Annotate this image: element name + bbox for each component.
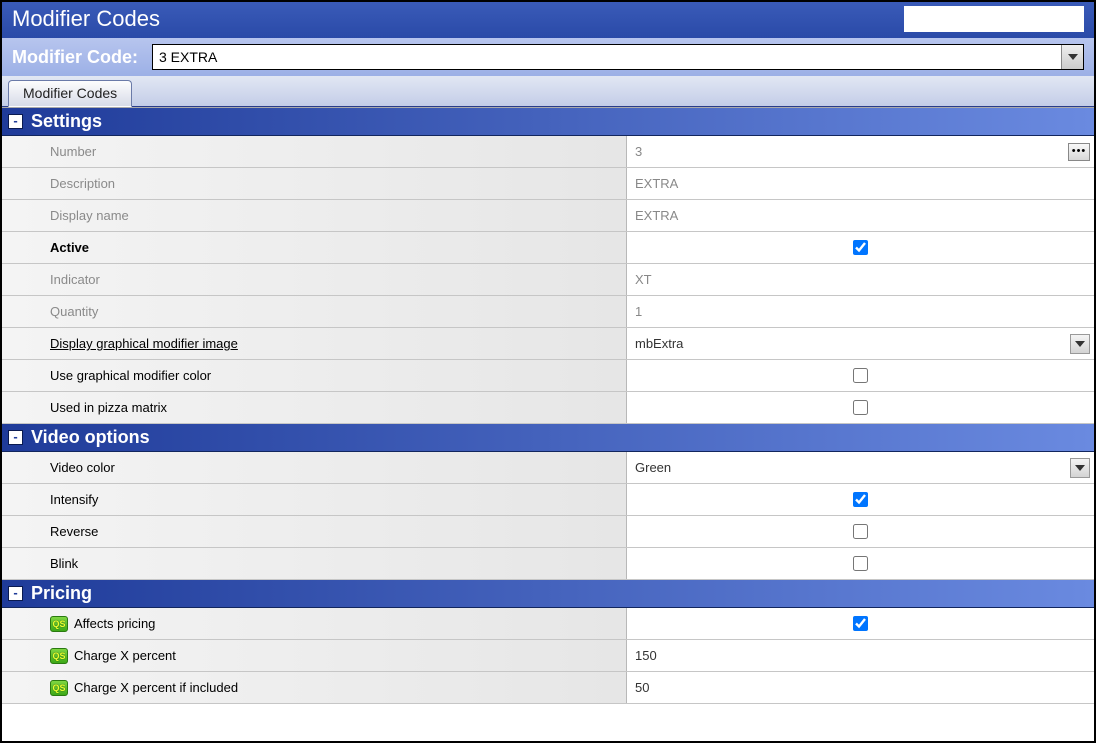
- section-header-pricing[interactable]: - Pricing: [2, 580, 1094, 608]
- checkbox-intensify[interactable]: [853, 492, 868, 507]
- value-charge-x-percent[interactable]: 150: [627, 640, 1094, 671]
- section-title-video: Video options: [31, 427, 150, 448]
- row-description: Description EXTRA: [2, 168, 1094, 200]
- value-quantity[interactable]: 1: [627, 296, 1094, 327]
- label-charge-x-percent-text: Charge X percent: [74, 648, 176, 663]
- label-blink: Blink: [2, 548, 627, 579]
- checkbox-used-in-pizza[interactable]: [853, 400, 868, 415]
- qs-icon: QS: [50, 648, 68, 664]
- value-blink: [627, 548, 1094, 579]
- value-description[interactable]: EXTRA: [627, 168, 1094, 199]
- label-indicator: Indicator: [2, 264, 627, 295]
- label-charge-x-percent: QS Charge X percent: [2, 640, 627, 671]
- value-display-name[interactable]: EXTRA: [627, 200, 1094, 231]
- value-graphical-image-text: mbExtra: [635, 336, 683, 351]
- label-affects-pricing: QS Affects pricing: [2, 608, 627, 639]
- row-blink: Blink: [2, 548, 1094, 580]
- qs-icon: QS: [50, 616, 68, 632]
- row-used-in-pizza: Used in pizza matrix: [2, 392, 1094, 424]
- row-use-graphical-color: Use graphical modifier color: [2, 360, 1094, 392]
- window-frame: Modifier Codes Modifier Code: Modifier C…: [0, 0, 1096, 743]
- modifier-code-input[interactable]: [153, 45, 1061, 69]
- window-title: Modifier Codes: [12, 6, 904, 32]
- section-header-video[interactable]: - Video options: [2, 424, 1094, 452]
- chevron-down-icon: [1075, 465, 1085, 471]
- label-quantity: Quantity: [2, 296, 627, 327]
- row-charge-x-percent: QS Charge X percent 150: [2, 640, 1094, 672]
- collapse-icon[interactable]: -: [8, 586, 23, 601]
- title-bar: Modifier Codes: [2, 2, 1094, 38]
- label-charge-x-percent-included: QS Charge X percent if included: [2, 672, 627, 703]
- value-use-graphical-color: [627, 360, 1094, 391]
- value-active: [627, 232, 1094, 263]
- label-use-graphical-color: Use graphical modifier color: [2, 360, 627, 391]
- row-video-color: Video color Green: [2, 452, 1094, 484]
- value-video-color-text: Green: [635, 460, 671, 475]
- label-intensify: Intensify: [2, 484, 627, 515]
- checkbox-use-graphical-color[interactable]: [853, 368, 868, 383]
- checkbox-affects-pricing[interactable]: [853, 616, 868, 631]
- label-display-name: Display name: [2, 200, 627, 231]
- value-charge-x-percent-included[interactable]: 50: [627, 672, 1094, 703]
- tab-strip: Modifier Codes: [2, 76, 1094, 107]
- value-number-text: 3: [635, 144, 642, 159]
- section-title-pricing: Pricing: [31, 583, 92, 604]
- label-graphical-image[interactable]: Display graphical modifier image: [2, 328, 627, 359]
- modifier-code-combobox[interactable]: [152, 44, 1084, 70]
- row-reverse: Reverse: [2, 516, 1094, 548]
- section-header-settings[interactable]: - Settings: [2, 108, 1094, 136]
- row-affects-pricing: QS Affects pricing: [2, 608, 1094, 640]
- value-video-color[interactable]: Green: [627, 452, 1094, 483]
- collapse-icon[interactable]: -: [8, 430, 23, 445]
- row-display-name: Display name EXTRA: [2, 200, 1094, 232]
- modifier-code-label: Modifier Code:: [12, 47, 138, 68]
- selector-bar: Modifier Code:: [2, 38, 1094, 76]
- collapse-icon[interactable]: -: [8, 114, 23, 129]
- value-reverse: [627, 516, 1094, 547]
- dropdown-button-graphical-image[interactable]: [1070, 334, 1090, 354]
- checkbox-blink[interactable]: [853, 556, 868, 571]
- label-charge-x-percent-included-text: Charge X percent if included: [74, 680, 238, 695]
- content-area: - Settings Number 3 ••• Description EXTR…: [2, 107, 1094, 741]
- value-affects-pricing: [627, 608, 1094, 639]
- value-graphical-image[interactable]: mbExtra: [627, 328, 1094, 359]
- checkbox-reverse[interactable]: [853, 524, 868, 539]
- label-active: Active: [2, 232, 627, 263]
- label-number: Number: [2, 136, 627, 167]
- qs-icon: QS: [50, 680, 68, 696]
- value-indicator[interactable]: XT: [627, 264, 1094, 295]
- modifier-code-dropdown-button[interactable]: [1061, 45, 1083, 69]
- titlebar-search-input[interactable]: [904, 6, 1084, 32]
- label-description: Description: [2, 168, 627, 199]
- label-video-color: Video color: [2, 452, 627, 483]
- checkbox-active[interactable]: [853, 240, 868, 255]
- label-reverse: Reverse: [2, 516, 627, 547]
- dropdown-button-video-color[interactable]: [1070, 458, 1090, 478]
- chevron-down-icon: [1075, 341, 1085, 347]
- label-affects-pricing-text: Affects pricing: [74, 616, 155, 631]
- value-used-in-pizza: [627, 392, 1094, 423]
- row-indicator: Indicator XT: [2, 264, 1094, 296]
- row-quantity: Quantity 1: [2, 296, 1094, 328]
- row-number: Number 3 •••: [2, 136, 1094, 168]
- section-title-settings: Settings: [31, 111, 102, 132]
- row-intensify: Intensify: [2, 484, 1094, 516]
- row-charge-x-percent-included: QS Charge X percent if included 50: [2, 672, 1094, 704]
- row-active: Active: [2, 232, 1094, 264]
- label-used-in-pizza: Used in pizza matrix: [2, 392, 627, 423]
- ellipsis-button[interactable]: •••: [1068, 143, 1090, 161]
- value-intensify: [627, 484, 1094, 515]
- value-number[interactable]: 3 •••: [627, 136, 1094, 167]
- chevron-down-icon: [1068, 54, 1078, 60]
- tab-modifier-codes[interactable]: Modifier Codes: [8, 80, 132, 107]
- row-graphical-image: Display graphical modifier image mbExtra: [2, 328, 1094, 360]
